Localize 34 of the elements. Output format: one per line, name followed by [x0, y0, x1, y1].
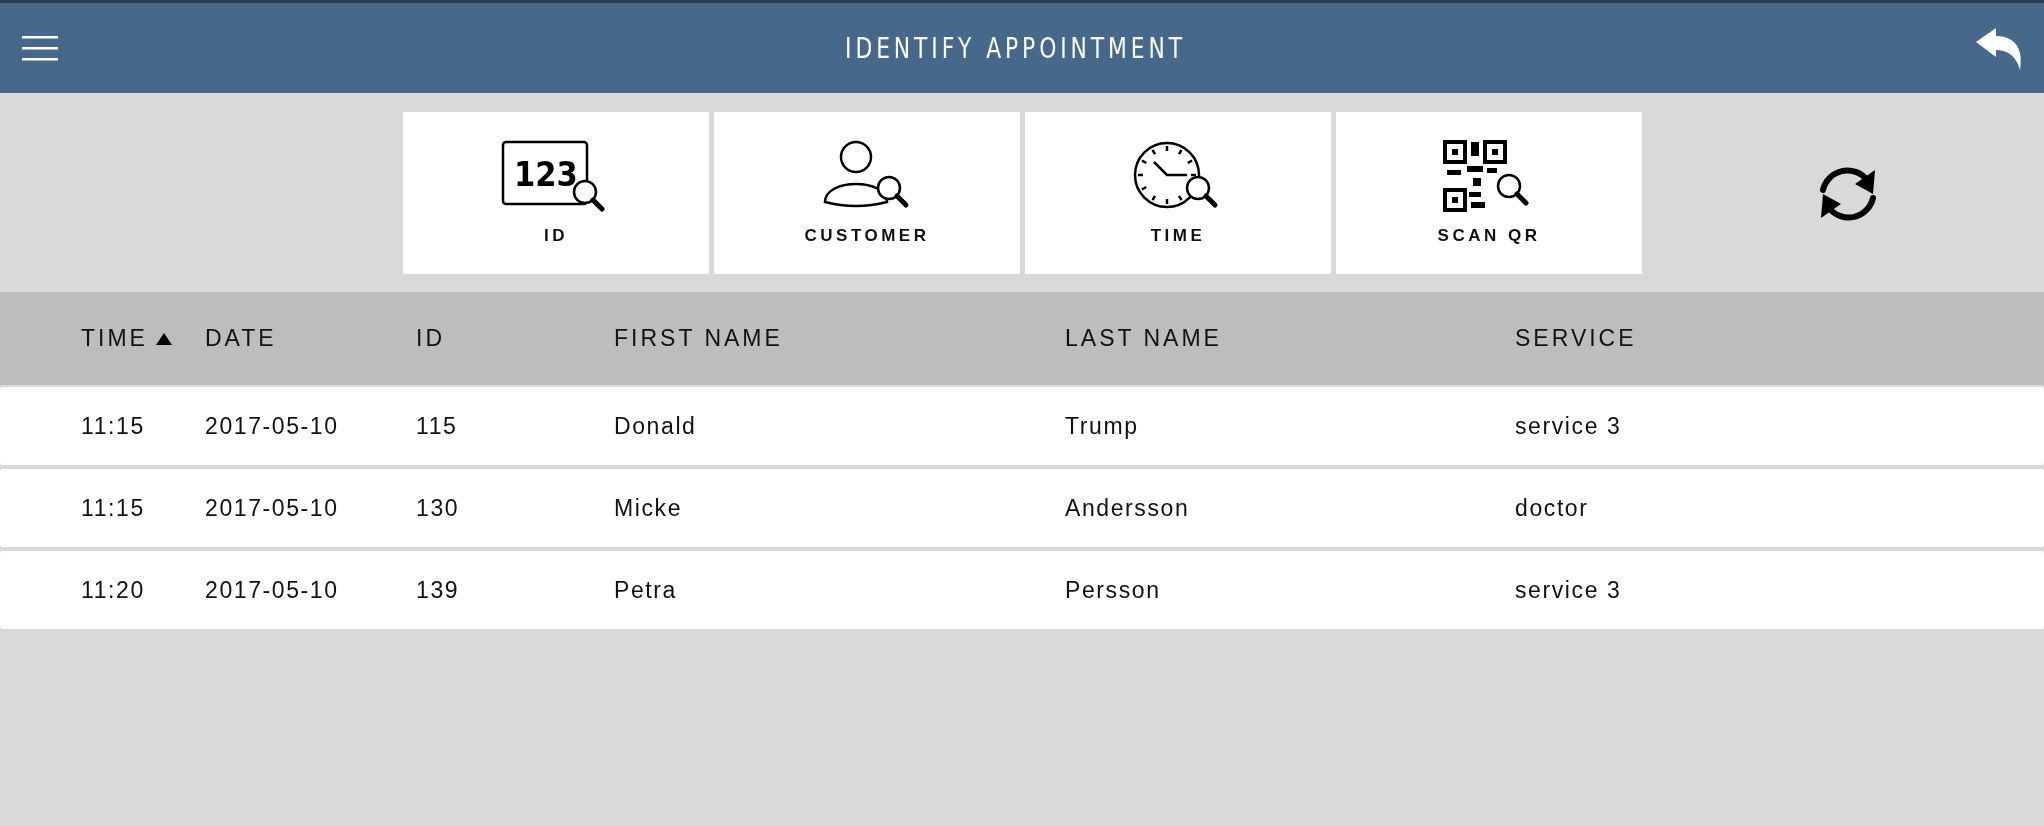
table-cell-text: doctor: [1515, 494, 1590, 522]
table-row[interactable]: 11:20 2017-05-10 139 Petra Persson service 3: [0, 551, 2044, 629]
table-cell-text: service 3: [1515, 412, 1623, 440]
table-cell-text: Micke: [614, 494, 684, 522]
column-header[interactable]: DATE: [205, 325, 277, 352]
menu-button[interactable]: [22, 35, 58, 61]
column-header[interactable]: LAST NAME: [1065, 325, 1222, 352]
table-cell-text: 2017-05-10: [205, 412, 340, 440]
table-cell-text: service 3: [1515, 576, 1623, 604]
search-tile-button[interactable]: 123 ID: [403, 111, 709, 274]
page-title: IDENTIFY APPOINTMENT: [845, 31, 1187, 65]
table-cell-text: 115: [416, 412, 459, 440]
table-cell-text: 11:20: [81, 576, 146, 604]
table-cell-text: Trump: [1065, 412, 1140, 440]
table-cell-text: 2017-05-10: [205, 494, 340, 522]
table-cell-text: Persson: [1065, 576, 1162, 604]
search-tile-button[interactable]: CUSTOMER: [714, 111, 1020, 274]
table-cell-text: Petra: [614, 576, 678, 604]
table-cell-text: Andersson: [1065, 494, 1191, 522]
table-row[interactable]: 11:15 2017-05-10 115 Donald Trump service 3: [0, 387, 2044, 465]
column-header[interactable]: FIRST NAME: [614, 325, 783, 352]
table-row[interactable]: 11:15 2017-05-10 130 Micke Andersson doctor: [0, 469, 2044, 547]
table-cell-text: 11:15: [81, 412, 146, 440]
table-cell-text: 139: [416, 576, 461, 604]
menu-icon: [22, 35, 58, 61]
search-tile-button[interactable]: TIME: [1025, 111, 1331, 274]
table-cell-text: 11:15: [81, 494, 146, 522]
column-header[interactable]: ID: [416, 325, 445, 352]
column-header[interactable]: SERVICE: [1515, 325, 1637, 352]
search-tile-button[interactable]: SCAN QR: [1336, 111, 1642, 274]
column-header[interactable]: TIME: [81, 325, 148, 352]
table-cell-text: Donald: [614, 412, 698, 440]
table-cell-text: 2017-05-10: [205, 576, 340, 604]
table-cell-text: 130: [416, 494, 461, 522]
